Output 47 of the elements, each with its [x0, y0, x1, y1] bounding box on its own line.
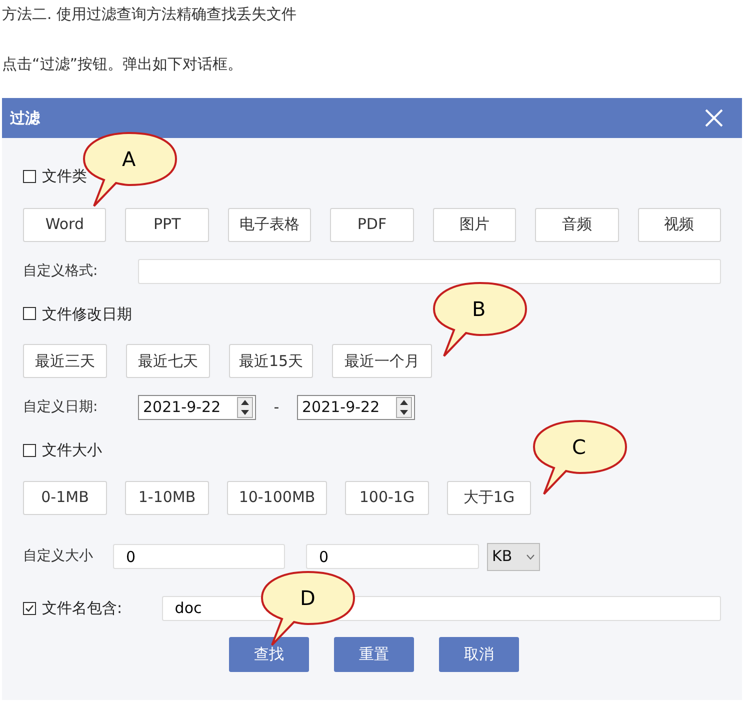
filter-option-button[interactable]: 最近一个月 [332, 344, 432, 378]
filter-option-button[interactable]: 音频 [535, 208, 619, 242]
checkbox-label: 文件大小 [42, 440, 102, 461]
dialog-button[interactable]: 重置 [334, 636, 414, 672]
checkbox-label: 文件修改日期 [42, 304, 132, 324]
filter-option-button[interactable]: 图片 [432, 208, 516, 242]
filter-option-button[interactable]: 1-10MB [125, 480, 209, 514]
spin-arrows-icon[interactable] [396, 397, 412, 418]
field-label: 自定义格式: [23, 262, 99, 280]
filter-option-button[interactable]: 视频 [638, 208, 721, 242]
check-icon [25, 604, 34, 612]
filter-option-button[interactable]: 0-1MB [23, 480, 107, 514]
checkbox[interactable] [23, 307, 36, 320]
callout-label: A [122, 146, 136, 173]
filter-option-button[interactable]: 最近七天 [126, 344, 210, 378]
filter-option-button[interactable]: PPT [125, 208, 209, 242]
chevron-down-icon [526, 554, 535, 560]
filter-option-button[interactable]: 最近三天 [23, 344, 107, 378]
filter-option-button[interactable]: 大于1G [447, 480, 531, 514]
filter-option-button[interactable]: PDF [330, 208, 414, 242]
checkbox[interactable] [23, 170, 36, 183]
spin-arrows-icon[interactable] [237, 397, 253, 418]
close-icon[interactable] [704, 108, 724, 128]
input-field[interactable]: 0 [306, 544, 479, 569]
checkbox-label: 文件名包含: [42, 598, 122, 619]
dialog-button[interactable]: 取消 [439, 636, 519, 672]
article-heading: 方法二. 使用过滤查询方法精确查找丢失文件 [2, 4, 298, 25]
date-spin-field[interactable]: 2021-9-22 [297, 395, 415, 420]
filter-option-button[interactable]: 100-1G [345, 480, 429, 514]
field-label: 自定义日期: [23, 398, 99, 417]
checkbox-label: 文件类 [42, 166, 87, 187]
article-text: 点击“过滤”按钮。弹出如下对话框。 [2, 54, 244, 74]
filter-option-button[interactable]: 最近15天 [229, 344, 313, 378]
filter-option-button[interactable]: 电子表格 [228, 208, 312, 242]
filter-option-button[interactable]: Word [23, 208, 106, 242]
input-field[interactable]: 0 [113, 544, 285, 569]
callout-label: B [472, 296, 486, 323]
dialog-title: 过滤 [10, 108, 40, 129]
range-separator: - [272, 397, 280, 418]
callout-label: C [572, 434, 586, 461]
date-spin-field[interactable]: 2021-9-22 [138, 395, 256, 420]
dialog-button[interactable]: 查找 [229, 636, 309, 672]
unit-select[interactable]: KB [487, 542, 540, 570]
checkbox[interactable] [23, 602, 36, 614]
field-label: 自定义大小 [23, 547, 94, 566]
filter-option-button[interactable]: 10-100MB [227, 480, 327, 514]
checkbox[interactable] [23, 444, 36, 457]
